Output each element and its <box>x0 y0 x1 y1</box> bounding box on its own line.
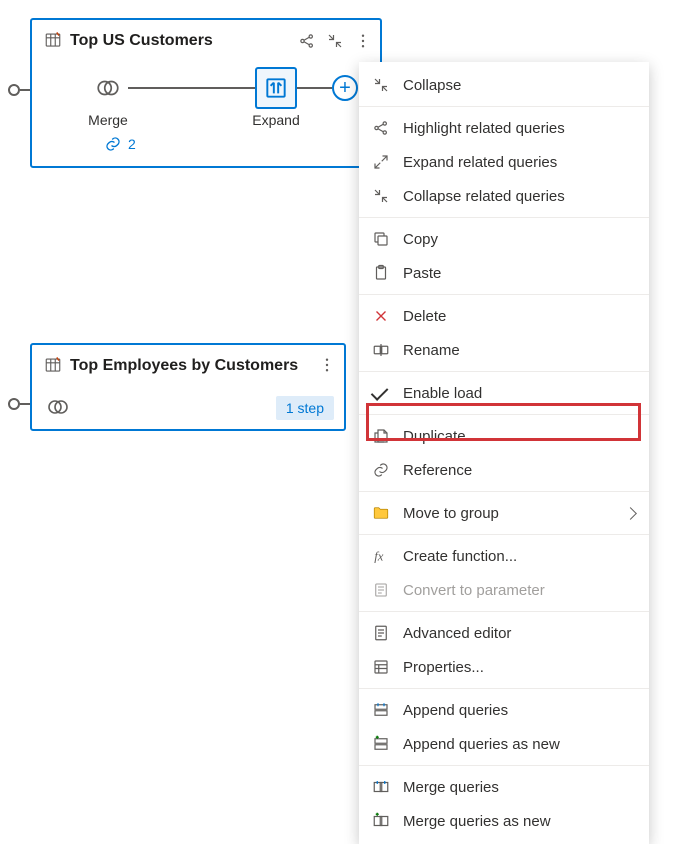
menu-enable-load[interactable]: Enable load <box>359 376 649 410</box>
menu-separator <box>359 106 649 107</box>
menu-rename[interactable]: Rename <box>359 333 649 367</box>
menu-label: Merge queries as new <box>403 813 635 830</box>
share-icon[interactable] <box>298 32 316 50</box>
menu-separator <box>359 534 649 535</box>
menu-merge-as-new[interactable]: Merge queries as new <box>359 804 649 838</box>
graph-node <box>8 398 20 410</box>
menu-label: Collapse <box>403 77 635 94</box>
svg-text:fx: fx <box>374 550 384 564</box>
menu-duplicate[interactable]: Duplicate <box>359 419 649 453</box>
step-expand-label: Expand <box>236 112 316 128</box>
expand-arrows-icon <box>369 153 393 171</box>
copy-icon <box>369 230 393 248</box>
menu-label: Expand related queries <box>403 154 635 171</box>
more-options-icon[interactable] <box>318 356 336 377</box>
menu-label: Convert to parameter <box>403 582 635 599</box>
menu-reference[interactable]: Reference <box>359 453 649 487</box>
query-title: Top US Customers <box>70 32 298 50</box>
menu-separator <box>359 371 649 372</box>
menu-label: Reference <box>403 462 635 479</box>
collapse-arrows-icon[interactable] <box>326 32 344 50</box>
menu-label: Create function... <box>403 548 635 565</box>
parameter-icon <box>369 581 393 599</box>
add-step-button[interactable]: + <box>332 75 358 101</box>
menu-collapse-related[interactable]: Collapse related queries <box>359 179 649 213</box>
menu-label: Copy <box>403 231 635 248</box>
menu-label: Collapse related queries <box>403 188 635 205</box>
menu-separator <box>359 414 649 415</box>
menu-delete[interactable]: Delete <box>359 299 649 333</box>
menu-separator <box>359 765 649 766</box>
share-icon <box>369 119 393 137</box>
append-new-icon <box>369 735 393 753</box>
menu-label: Enable load <box>403 385 635 402</box>
more-options-icon[interactable] <box>354 32 372 50</box>
query-card-top-employees[interactable]: Top Employees by Customers 1 step <box>30 343 346 431</box>
menu-move-to-group[interactable]: Move to group <box>359 496 649 530</box>
step-merge-label: Merge <box>68 112 148 128</box>
step-connector <box>296 87 332 89</box>
menu-label: Highlight related queries <box>403 120 635 137</box>
menu-expand-related[interactable]: Expand related queries <box>359 145 649 179</box>
append-icon <box>369 701 393 719</box>
menu-advanced-editor[interactable]: Advanced editor <box>359 616 649 650</box>
reference-count-badge[interactable]: 2 <box>104 135 136 153</box>
link-icon <box>369 461 393 479</box>
checkmark-icon <box>369 389 393 398</box>
paste-icon <box>369 264 393 282</box>
menu-label: Delete <box>403 308 635 325</box>
menu-label: Append queries <box>403 702 635 719</box>
menu-label: Properties... <box>403 659 635 676</box>
menu-label: Paste <box>403 265 635 282</box>
menu-label: Merge queries <box>403 779 635 796</box>
menu-highlight-related[interactable]: Highlight related queries <box>359 111 649 145</box>
step-expand[interactable] <box>256 68 296 108</box>
properties-icon <box>369 658 393 676</box>
table-icon <box>44 31 62 52</box>
menu-append-as-new[interactable]: Append queries as new <box>359 727 649 761</box>
menu-copy[interactable]: Copy <box>359 222 649 256</box>
merge-new-icon <box>369 812 393 830</box>
rename-icon <box>369 341 393 359</box>
collapse-arrows-icon <box>369 76 393 94</box>
merge-icon <box>369 778 393 796</box>
menu-create-function[interactable]: fx Create function... <box>359 539 649 573</box>
graph-node <box>8 84 20 96</box>
merge-step-icon[interactable] <box>46 395 70 422</box>
menu-separator <box>359 491 649 492</box>
menu-append-queries[interactable]: Append queries <box>359 693 649 727</box>
menu-properties[interactable]: Properties... <box>359 650 649 684</box>
menu-separator <box>359 611 649 612</box>
menu-label: Move to group <box>403 505 635 522</box>
menu-separator <box>359 294 649 295</box>
menu-label: Advanced editor <box>403 625 635 642</box>
menu-collapse[interactable]: Collapse <box>359 68 649 102</box>
menu-label: Rename <box>403 342 635 359</box>
step-merge[interactable] <box>88 68 128 108</box>
collapse-arrows-icon <box>369 187 393 205</box>
menu-label: Duplicate <box>403 428 635 445</box>
query-title: Top Employees by Customers <box>70 357 318 375</box>
menu-paste[interactable]: Paste <box>359 256 649 290</box>
function-icon: fx <box>369 547 393 565</box>
menu-separator <box>359 688 649 689</box>
duplicate-icon <box>369 427 393 445</box>
step-count-pill[interactable]: 1 step <box>276 396 334 420</box>
menu-convert-to-parameter: Convert to parameter <box>359 573 649 607</box>
query-card-top-us-customers[interactable]: Top US Customers <box>30 18 382 168</box>
menu-merge-queries[interactable]: Merge queries <box>359 770 649 804</box>
menu-separator <box>359 217 649 218</box>
menu-label: Append queries as new <box>403 736 635 753</box>
step-connector <box>128 87 256 89</box>
table-icon <box>44 356 62 377</box>
context-menu: Collapse Highlight related queries Expan… <box>359 62 649 844</box>
folder-icon <box>369 504 393 522</box>
editor-icon <box>369 624 393 642</box>
delete-icon <box>369 307 393 325</box>
reference-count: 2 <box>128 136 136 152</box>
